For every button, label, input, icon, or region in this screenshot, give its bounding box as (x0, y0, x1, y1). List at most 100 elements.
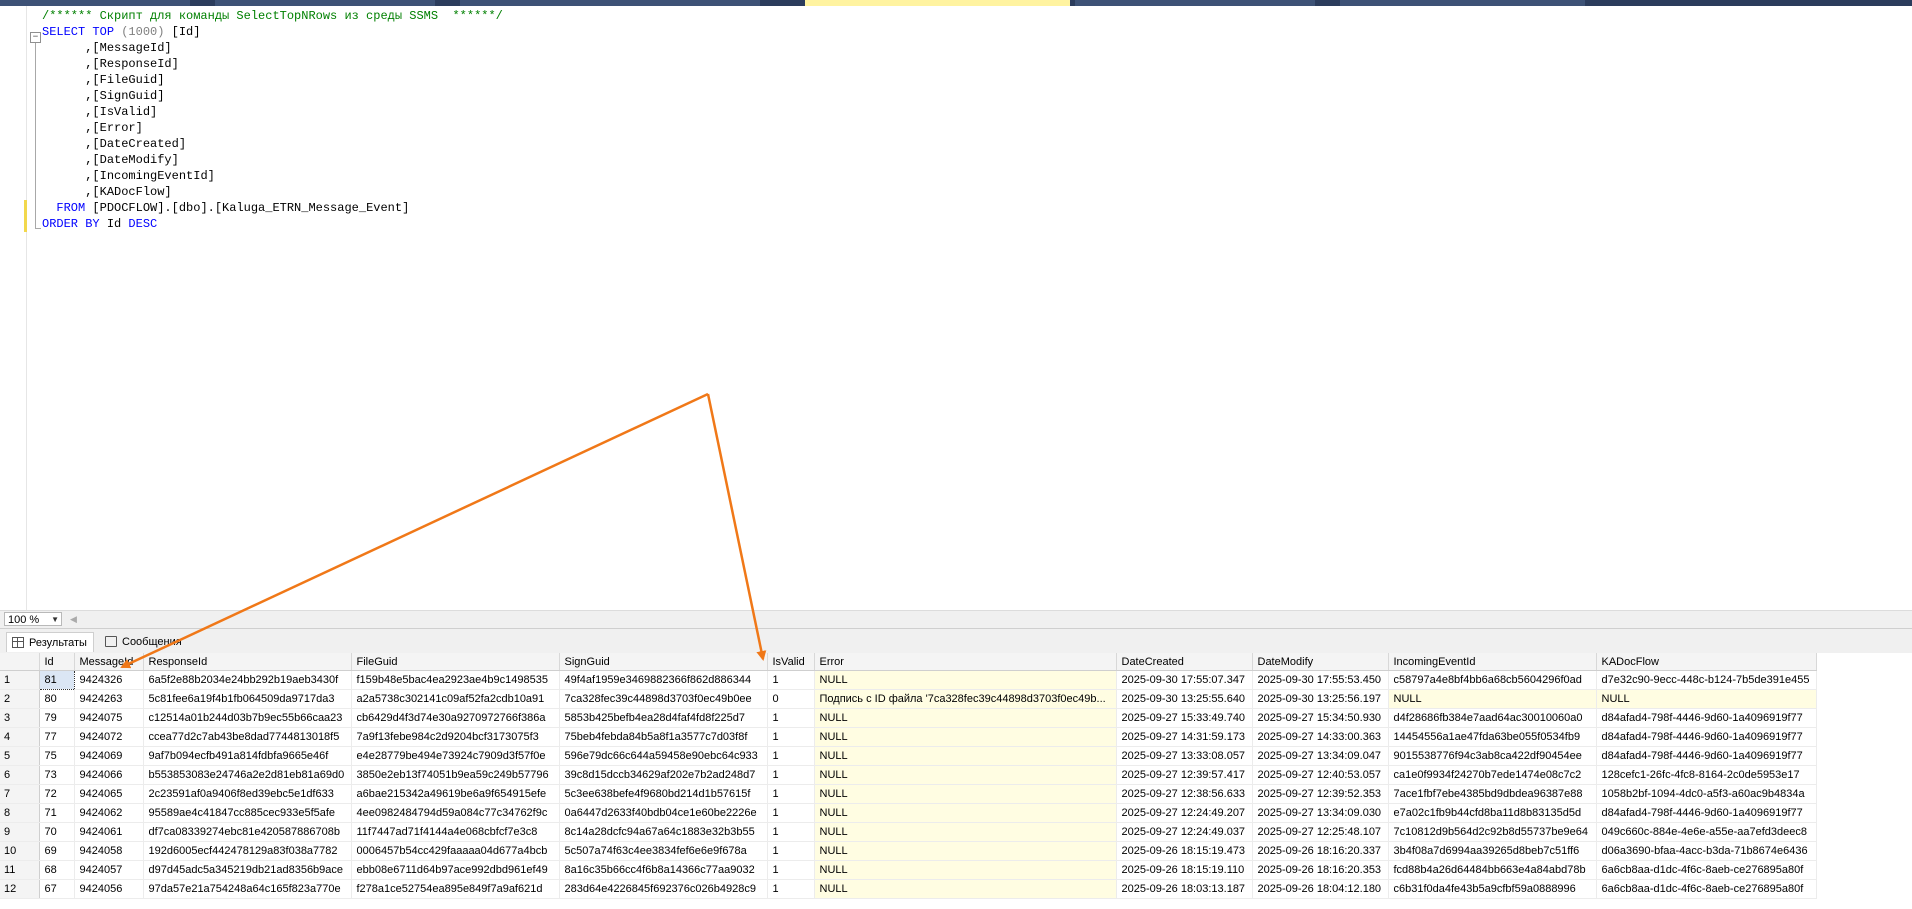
column-header[interactable]: MessageId (74, 653, 144, 671)
table-cell[interactable]: 49f4af1959e3469882366f862d886344 (559, 670, 768, 690)
table-cell[interactable]: 9424056 (74, 879, 144, 899)
table-cell[interactable]: 97da57e21a754248a64c165f823a770e (143, 879, 352, 899)
table-cell[interactable]: df7ca08339274ebc81e420587886708b (143, 822, 352, 842)
row-number[interactable]: 5 (0, 746, 40, 766)
table-cell[interactable]: d84afad4-798f-4446-9d60-1a4096919f77 (1596, 803, 1817, 823)
table-cell[interactable]: NULL (1596, 689, 1817, 709)
table-cell[interactable]: 72 (39, 784, 75, 804)
query-editor[interactable]: − /****** Скрипт для команды SelectTopNR… (0, 6, 1912, 610)
table-cell[interactable]: NULL (814, 841, 1117, 861)
table-cell[interactable]: 2025-09-26 18:15:19.473 (1116, 841, 1253, 861)
table-cell[interactable]: NULL (814, 803, 1117, 823)
column-header[interactable]: IncomingEventId (1388, 653, 1597, 671)
column-header[interactable]: DateModify (1252, 653, 1389, 671)
table-cell[interactable]: 5853b425befb4ea28d4faf4fd8f225d7 (559, 708, 768, 728)
table-cell[interactable]: 69 (39, 841, 75, 861)
table-cell[interactable]: 1 (767, 746, 815, 766)
table-cell[interactable]: Подпись с ID файла '7ca328fec39c44898d37… (814, 689, 1117, 709)
table-cell[interactable]: 75 (39, 746, 75, 766)
column-header[interactable]: SignGuid (559, 653, 768, 671)
table-cell[interactable]: fcd88b4a26d64484bb663e4a84abd78b (1388, 860, 1597, 880)
row-number[interactable]: 3 (0, 708, 40, 728)
table-cell[interactable]: 5c3ee638befe4f9680bd214d1b57615f (559, 784, 768, 804)
row-number[interactable]: 7 (0, 784, 40, 804)
table-cell[interactable]: d06a3690-bfaa-4acc-b3da-71b8674e6436 (1596, 841, 1817, 861)
table-cell[interactable]: 2025-09-30 13:25:55.640 (1116, 689, 1253, 709)
row-number[interactable]: 11 (0, 860, 40, 880)
table-cell[interactable]: 71 (39, 803, 75, 823)
table-cell[interactable]: 0 (767, 689, 815, 709)
table-cell[interactable]: 596e79dc66c644a59458e90ebc64c933 (559, 746, 768, 766)
table-cell[interactable]: 1 (767, 860, 815, 880)
table-cell[interactable]: 70 (39, 822, 75, 842)
table-cell[interactable]: c58797a4e8bf4bb6a68cb5604296f0ad (1388, 670, 1597, 690)
table-cell[interactable]: 2025-09-27 12:38:56.633 (1116, 784, 1253, 804)
table-cell[interactable]: 9424065 (74, 784, 144, 804)
column-header[interactable]: ResponseId (143, 653, 352, 671)
row-number[interactable]: 9 (0, 822, 40, 842)
table-cell[interactable]: 7c10812d9b564d2c92b8d55737be9e64 (1388, 822, 1597, 842)
table-cell[interactable]: 5c81fee6a19f4b1fb064509da9717da3 (143, 689, 352, 709)
table-cell[interactable]: 79 (39, 708, 75, 728)
table-cell[interactable]: 2025-09-27 14:33:00.363 (1252, 727, 1389, 747)
table-cell[interactable]: 2c23591af0a9406f8ed39ebc5e1df633 (143, 784, 352, 804)
table-cell[interactable]: 68 (39, 860, 75, 880)
table-cell[interactable]: NULL (814, 670, 1117, 690)
column-header[interactable]: DateCreated (1116, 653, 1253, 671)
table-row[interactable]: 3 79 9424075 c12514a01b244d03b7b9ec55b66caa… (0, 708, 1817, 728)
table-cell[interactable]: 5c507a74f63c4ee3834fef6e6e9f678a (559, 841, 768, 861)
table-cell[interactable]: 2025-09-27 12:24:49.207 (1116, 803, 1253, 823)
table-cell[interactable]: 9015538776f94c3ab8ca422df90454ee (1388, 746, 1597, 766)
table-cell[interactable]: d84afad4-798f-4446-9d60-1a4096919f77 (1596, 746, 1817, 766)
table-row[interactable]: 1 81 9424326 6a5f2e88b2034e24bb292b19aeb343… (0, 670, 1817, 690)
table-cell[interactable]: NULL (814, 784, 1117, 804)
column-header[interactable]: Id (39, 653, 75, 671)
table-cell[interactable]: 7ace1fbf7ebe4385bd9dbdea96387e88 (1388, 784, 1597, 804)
table-cell[interactable]: 2025-09-27 12:40:53.057 (1252, 765, 1389, 785)
table-cell[interactable]: a2a5738c302141c09af52fa2cdb10a91 (351, 689, 560, 709)
table-cell[interactable]: 4ee0982484794d59a084c77c34762f9c (351, 803, 560, 823)
table-cell[interactable]: a6bae215342a49619be6a9f654915efe (351, 784, 560, 804)
row-number[interactable]: 4 (0, 727, 40, 747)
table-cell[interactable]: 1 (767, 765, 815, 785)
table-cell[interactable]: 81 (38, 670, 75, 690)
table-row[interactable]: 10 69 9424058 192d6005ecf442478129a83f038a7… (0, 841, 1817, 861)
table-row[interactable]: 4 77 9424072 ccea77d2c7ab43be8dad7744813018… (0, 727, 1817, 747)
column-header[interactable]: FileGuid (351, 653, 560, 671)
table-cell[interactable]: NULL (814, 727, 1117, 747)
table-cell[interactable]: 2025-09-27 12:39:57.417 (1116, 765, 1253, 785)
table-cell[interactable]: cb6429d4f3d74e30a9270972766f386a (351, 708, 560, 728)
table-cell[interactable]: 1 (767, 879, 815, 899)
column-header[interactable]: KADocFlow (1596, 653, 1817, 671)
table-cell[interactable]: 3850e2eb13f74051b9ea59c249b57796 (351, 765, 560, 785)
table-cell[interactable]: 9424069 (74, 746, 144, 766)
collapse-region-icon[interactable]: − (30, 32, 41, 43)
table-cell[interactable]: 2025-09-30 13:25:56.197 (1252, 689, 1389, 709)
table-cell[interactable]: d84afad4-798f-4446-9d60-1a4096919f77 (1596, 727, 1817, 747)
table-cell[interactable]: d84afad4-798f-4446-9d60-1a4096919f77 (1596, 708, 1817, 728)
table-row[interactable]: 7 72 9424065 2c23591af0a9406f8ed39ebc5e1df6… (0, 784, 1817, 804)
table-cell[interactable]: f159b48e5bac4ea2923ae4b9c1498535 (351, 670, 560, 690)
tab-results[interactable]: Результаты (6, 632, 94, 652)
scroll-left-icon[interactable]: ◀ (70, 614, 77, 625)
table-cell[interactable]: NULL (814, 765, 1117, 785)
row-number[interactable]: 2 (0, 689, 40, 709)
table-cell[interactable]: 128cefc1-26fc-4fc8-8164-2c0de5953e17 (1596, 765, 1817, 785)
table-cell[interactable]: 2025-09-27 14:31:59.173 (1116, 727, 1253, 747)
table-cell[interactable]: 8c14a28dcfc94a67a64c1883e32b3b55 (559, 822, 768, 842)
table-row[interactable]: 2 80 9424263 5c81fee6a19f4b1fb064509da9717d… (0, 689, 1817, 709)
table-cell[interactable]: 1058b2bf-1094-4dc0-a5f3-a60ac9b4834a (1596, 784, 1817, 804)
table-cell[interactable]: c12514a01b244d03b7b9ec55b66caa23 (143, 708, 352, 728)
table-cell[interactable]: 9424066 (74, 765, 144, 785)
table-cell[interactable]: NULL (1388, 689, 1597, 709)
table-cell[interactable]: 75beb4febda84b5a8f1a3577c7d03f8f (559, 727, 768, 747)
table-cell[interactable]: 2025-09-27 13:34:09.047 (1252, 746, 1389, 766)
table-cell[interactable]: 9424326 (74, 670, 144, 690)
row-number[interactable]: 8 (0, 803, 40, 823)
table-cell[interactable]: NULL (814, 879, 1117, 899)
table-cell[interactable]: 1 (767, 708, 815, 728)
table-row[interactable]: 5 75 9424069 9af7b094ecfb491a814fdbfa9665e4… (0, 746, 1817, 766)
table-row[interactable]: 9 70 9424061 df7ca08339274ebc81e42058788670… (0, 822, 1817, 842)
tab-messages[interactable]: Сообщения (100, 632, 188, 652)
table-cell[interactable]: 7ca328fec39c44898d3703f0ec49b0ee (559, 689, 768, 709)
